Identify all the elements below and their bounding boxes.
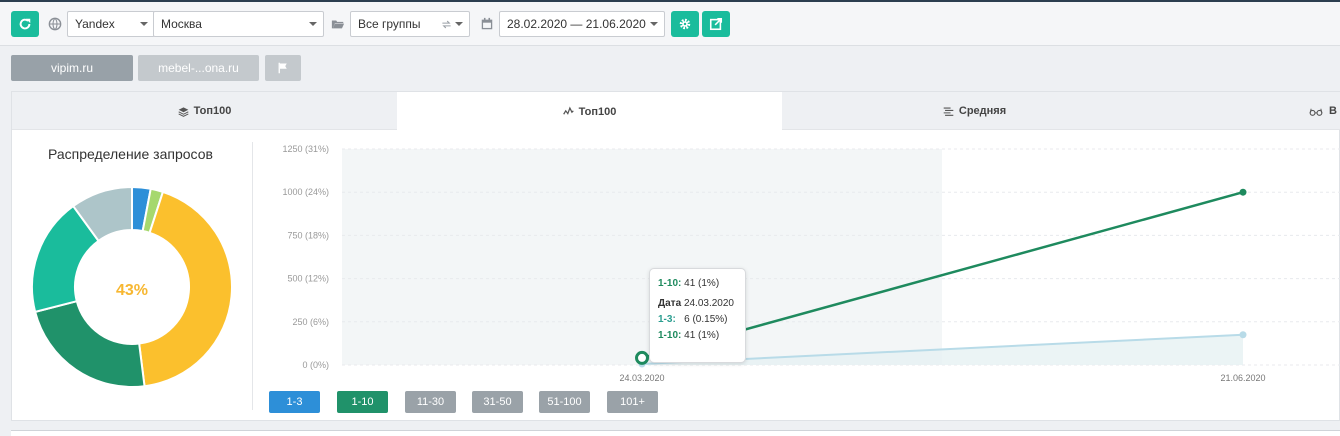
- y-tick-label: 250 (6%): [292, 317, 329, 327]
- report-panel: Топ100 Топ100 Средняя В Распределение за…: [11, 91, 1340, 421]
- tab-top100-distribution[interactable]: Топ100: [12, 92, 397, 130]
- tab-label: Средняя: [958, 105, 1007, 117]
- tooltip-row: Дата 24.03.2020: [658, 297, 745, 310]
- tab-label: Топ100: [193, 105, 232, 117]
- hovered-data-point[interactable]: [635, 350, 649, 365]
- chevron-down-icon: [309, 22, 317, 26]
- tab-label: В: [1329, 105, 1337, 117]
- group-value: Все группы: [358, 17, 421, 31]
- search-engine-select[interactable]: Yandex: [67, 11, 155, 37]
- tooltip-value: 41 (1%): [684, 278, 720, 289]
- tooltip-row: 1-10: 41 (1%): [658, 329, 745, 342]
- y-tick-label: 1000 (24%): [282, 187, 329, 197]
- y-tick-label: 0 (0%): [302, 360, 329, 370]
- project-tab-label: mebel-...ona.ru: [158, 61, 239, 75]
- toolbar: Yandex Москва Все группы 28.02.2020 — 21…: [0, 2, 1340, 46]
- chevron-down-icon: [140, 22, 148, 26]
- calendar-icon: [481, 17, 493, 30]
- donut-segment-11-30[interactable]: [33, 299, 146, 387]
- donut-center-percent: 43%: [115, 282, 149, 299]
- settings-button[interactable]: [671, 11, 699, 37]
- section-divider: [252, 142, 253, 410]
- legend-button-1-10[interactable]: 1-10: [337, 391, 388, 413]
- globe-icon: [48, 17, 62, 31]
- data-point-1-3[interactable]: [1239, 331, 1247, 339]
- external-link-icon: [709, 17, 723, 31]
- refresh-button[interactable]: [11, 11, 39, 37]
- legend-button-51-100[interactable]: 51-100: [539, 391, 590, 413]
- tooltip-key: 1-10:: [658, 278, 682, 289]
- y-tick-label: 750 (18%): [287, 230, 329, 240]
- tab-average[interactable]: Средняя: [782, 92, 1167, 130]
- y-tick-label: 1250 (31%): [282, 144, 329, 154]
- x-tick-label: 21.06.2020: [1220, 373, 1265, 383]
- y-tick-label: 500 (12%): [287, 274, 329, 284]
- report-tabs: Топ100 Топ100 Средняя В: [12, 92, 1340, 131]
- legend-button-101+[interactable]: 101+: [607, 391, 658, 413]
- chart-tooltip: 1-10: 41 (1%) Дата 24.03.2020 1-3: 6 (0.…: [649, 268, 746, 363]
- flag-button[interactable]: [265, 55, 301, 81]
- flag-icon: [278, 62, 287, 74]
- chevron-down-icon: [650, 22, 658, 26]
- line-chart-icon: [562, 106, 574, 115]
- plot-band: [342, 149, 942, 365]
- legend-button-31-50[interactable]: 31-50: [472, 391, 523, 413]
- legend-button-11-30[interactable]: 11-30: [405, 391, 456, 413]
- distribution-title: Распределение запросов: [48, 146, 213, 162]
- table-header-strip: [11, 430, 1340, 436]
- refresh-icon: [19, 18, 31, 30]
- tooltip-key: 1-10:: [658, 330, 682, 341]
- export-button[interactable]: [702, 11, 730, 37]
- tooltip-value: 6 (0.15%): [684, 314, 728, 325]
- project-tab-label: vipim.ru: [50, 61, 93, 75]
- tooltip-key: Дата: [658, 298, 682, 309]
- group-select[interactable]: Все группы: [350, 11, 470, 37]
- date-range-select[interactable]: 28.02.2020 — 21.06.2020: [499, 11, 665, 37]
- tab-top100-dynamics[interactable]: Топ100: [397, 92, 782, 131]
- tooltip-key: 1-3:: [658, 314, 676, 325]
- project-tab-mebel[interactable]: mebel-...ona.ru: [138, 55, 259, 81]
- region-value: Москва: [161, 17, 202, 31]
- tooltip-value: 41 (1%): [684, 330, 720, 341]
- tooltip-value: 24.03.2020: [683, 298, 734, 309]
- positions-line-chart: 1250 (31%) 1000 (24%) 750 (18%) 500 (12%) 25…: [282, 144, 1340, 383]
- search-engine-value: Yandex: [75, 17, 115, 31]
- date-range-value: 28.02.2020 — 21.06.2020: [507, 17, 646, 31]
- folder-open-icon: [331, 20, 345, 29]
- data-point-1-10[interactable]: [1239, 188, 1247, 196]
- glasses-icon: [1309, 108, 1323, 116]
- gear-icon: [679, 18, 691, 30]
- project-tab-vipim[interactable]: vipim.ru: [11, 55, 133, 81]
- sync-icon: [442, 20, 451, 29]
- tab-label: Топ100: [578, 105, 617, 118]
- x-tick-label: 24.03.2020: [619, 373, 664, 383]
- layers-icon: [178, 106, 189, 117]
- tab-visibility[interactable]: В: [1308, 92, 1340, 130]
- tooltip-row: 1-10: 41 (1%): [658, 277, 745, 290]
- chevron-down-icon: [455, 22, 463, 26]
- tooltip-row: 1-3: 6 (0.15%): [658, 313, 745, 326]
- list-icon: [943, 107, 954, 116]
- legend-button-1-3[interactable]: 1-3: [269, 391, 320, 413]
- region-select[interactable]: Москва: [153, 11, 324, 37]
